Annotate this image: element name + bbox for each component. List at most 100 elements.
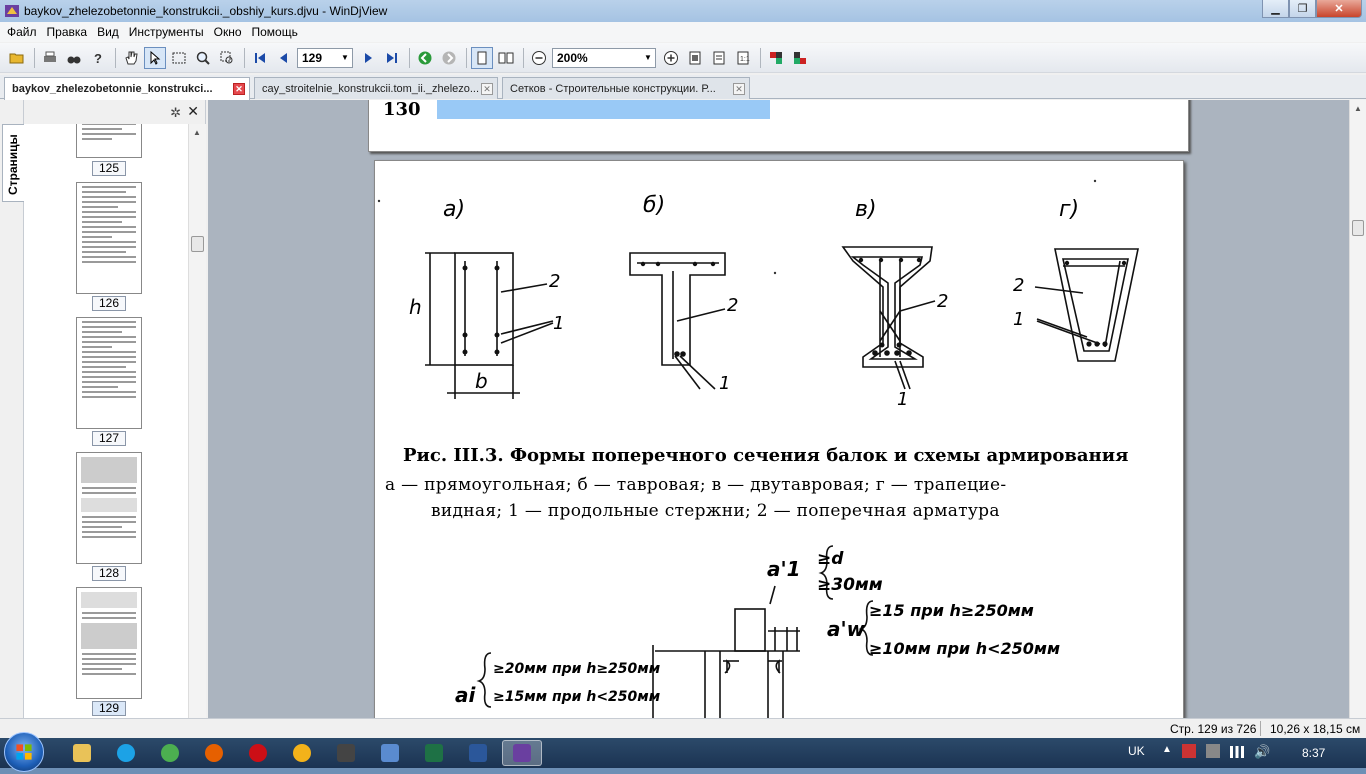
close-tab-icon[interactable]: ✕: [233, 83, 245, 95]
rotate-right-button[interactable]: [789, 47, 811, 69]
dimension-b: b: [475, 369, 488, 393]
actual-size-button[interactable]: 1:1: [732, 47, 754, 69]
gray-forward-icon: [442, 51, 456, 64]
menu-file[interactable]: Файл: [2, 25, 42, 39]
scrollbar-thumb[interactable]: [1352, 220, 1364, 236]
minimize-button[interactable]: ▁: [1262, 0, 1289, 18]
language-indicator[interactable]: UK: [1128, 744, 1145, 758]
figure-caption-line1: а — прямоугольная; б — тавровая; в — дву…: [385, 475, 1007, 495]
thumbnail-label: 125: [92, 161, 126, 176]
select-rect-button[interactable]: [168, 47, 190, 69]
taskbar-app-blue[interactable]: [370, 740, 410, 766]
select-text-button[interactable]: [144, 46, 166, 69]
status-page-size: 10,26 x 18,15 см: [1270, 722, 1361, 736]
menu-edit[interactable]: Правка: [42, 25, 93, 39]
thumbnail-page-128[interactable]: [76, 452, 142, 564]
network-error-icon[interactable]: [1182, 744, 1196, 758]
zoom-rect-button[interactable]: [216, 47, 238, 69]
page-130: 130: [368, 100, 1189, 152]
last-page-button[interactable]: [381, 47, 403, 69]
zoom-in-button[interactable]: [660, 47, 682, 69]
taskbar-windjview[interactable]: [502, 740, 542, 766]
single-page-button[interactable]: [471, 46, 493, 69]
pages-sidebar-tab[interactable]: Страницы: [2, 124, 24, 202]
thumbnail-page-129[interactable]: [76, 587, 142, 699]
close-window-button[interactable]: ✕: [1316, 0, 1362, 18]
close-tab-icon[interactable]: ✕: [733, 83, 745, 95]
tab-cay[interactable]: cay_stroitelnie_konstrukcii.tom_ii._zhel…: [254, 77, 498, 99]
fit-page-button[interactable]: [684, 47, 706, 69]
thumbnail-page-126[interactable]: [76, 182, 142, 294]
menu-tools[interactable]: Инструменты: [124, 25, 209, 39]
prev-page-button[interactable]: [273, 47, 295, 69]
first-page-button[interactable]: [249, 47, 271, 69]
figure-caption-line2: видная; 1 — продольные стержни; 2 — попе…: [431, 501, 1000, 521]
taskbar-skype[interactable]: [106, 740, 146, 766]
open-button[interactable]: [6, 47, 28, 69]
gear-icon[interactable]: ✲: [170, 105, 181, 121]
thumbnail-label: 129: [92, 701, 126, 716]
zoom-tool-button[interactable]: [192, 47, 214, 69]
zoom-rect-icon: [220, 51, 233, 63]
print-button[interactable]: [39, 47, 61, 69]
clock[interactable]: 8:37: [1302, 746, 1325, 760]
back-button[interactable]: [414, 47, 436, 69]
tab-baykov[interactable]: baykov_zhelezobetonnie_konstrukci... ✕: [4, 77, 250, 100]
taskbar-word[interactable]: [458, 740, 498, 766]
fit-width-icon: [713, 51, 725, 64]
menu-window[interactable]: Окно: [209, 25, 247, 39]
close-tab-icon[interactable]: ✕: [481, 83, 493, 95]
taskbar-firefox[interactable]: [194, 740, 234, 766]
label-1-g: 1: [1013, 309, 1025, 330]
zoom-out-button[interactable]: [528, 47, 550, 69]
forward-button[interactable]: [438, 47, 460, 69]
taskbar-excel[interactable]: [414, 740, 454, 766]
label-2-v: 2: [937, 291, 949, 312]
restore-button[interactable]: ❐: [1289, 0, 1316, 18]
status-bar: Стр. 129 из 726 10,26 x 18,15 см: [0, 718, 1366, 738]
tab-setkov[interactable]: Сетков - Строительные конструкции. Р... …: [502, 77, 750, 99]
dim-ai-opt1: ≥20мм при h≥250мм: [493, 661, 661, 677]
document-scrollbar[interactable]: ▲: [1349, 100, 1366, 718]
chevron-down-icon: ▼: [644, 53, 652, 62]
find-button[interactable]: [63, 47, 85, 69]
skype-icon: [117, 744, 135, 762]
facing-pages-button[interactable]: [495, 47, 517, 69]
scroll-up-icon[interactable]: ▲: [193, 128, 201, 137]
dim-aw-label: a'w: [827, 617, 866, 641]
menu-help[interactable]: Помощь: [247, 25, 303, 39]
thumbnails-scrollbar[interactable]: ▲: [188, 124, 206, 718]
next-page-button[interactable]: [357, 47, 379, 69]
zoom-combo[interactable]: 200% ▼: [552, 47, 656, 68]
thumbnail-list: 125 126 127 128 129: [30, 124, 188, 718]
thumbnail-page-127[interactable]: [76, 317, 142, 429]
page-number-combo[interactable]: 129 ▼: [297, 47, 353, 68]
help-button[interactable]: ?: [87, 47, 109, 69]
green-back-icon: [418, 51, 432, 64]
actual-size-icon: 1:1: [737, 51, 750, 64]
hand-tool-button[interactable]: [120, 47, 142, 69]
start-button[interactable]: [4, 732, 44, 772]
thumbnail-page-125[interactable]: [76, 124, 142, 158]
zoom-out-icon: [532, 50, 546, 65]
app-tray-icon[interactable]: [1206, 744, 1220, 758]
menu-view[interactable]: Вид: [92, 25, 124, 39]
signal-icon[interactable]: [1230, 746, 1244, 758]
rotate-right-icon: [794, 51, 806, 64]
tray-expand-icon[interactable]: ▲: [1162, 744, 1172, 755]
rotate-left-button[interactable]: [765, 47, 787, 69]
taskbar-app-dark[interactable]: [326, 740, 366, 766]
printer-icon: [44, 51, 56, 62]
scroll-up-icon[interactable]: ▲: [1354, 104, 1362, 113]
taskbar-opera[interactable]: [238, 740, 278, 766]
taskbar-app-green[interactable]: [150, 740, 190, 766]
fit-width-button[interactable]: [708, 47, 730, 69]
single-page-icon: [477, 51, 487, 64]
tab-label: baykov_zhelezobetonnie_konstrukci...: [12, 83, 213, 95]
taskbar-app-yellow[interactable]: [282, 740, 322, 766]
scrollbar-thumb[interactable]: [191, 236, 204, 252]
document-view[interactable]: 130 а) б) в) г) h b 2 1 2 1 2 1 2 1 Рис.…: [208, 100, 1349, 718]
volume-icon[interactable]: 🔊: [1254, 744, 1270, 760]
taskbar-explorer[interactable]: [62, 740, 102, 766]
close-icon[interactable]: ✕: [187, 103, 199, 120]
